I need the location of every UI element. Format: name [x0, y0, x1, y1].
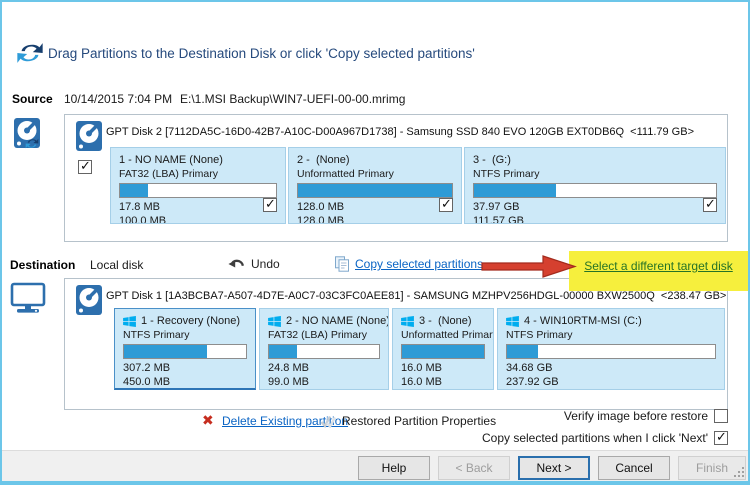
partition-total: 237.92 GB: [506, 376, 716, 390]
destination-partition-card-1[interactable]: 1 - Recovery (None) NTFS Primary 307.2 M…: [114, 308, 256, 390]
partition-total: 111.57 GB: [473, 215, 717, 225]
hdd-icon: [76, 285, 102, 315]
undo-icon: [228, 256, 246, 271]
usage-bar: [506, 344, 716, 359]
partition-name: 2 - NO NAME (None): [286, 315, 389, 327]
undo-label: Undo: [251, 257, 280, 271]
source-partition-card-2[interactable]: 2 - (None) Unformatted Primary 128.0 MB …: [288, 147, 462, 224]
windows-logo-icon: [401, 316, 414, 327]
sync-overlay-icon: [24, 136, 40, 151]
source-image-path: E:\1.MSI Backup\WIN7-UEFI-00-00.mrimg: [180, 92, 405, 106]
partition-used: 128.0 MB: [297, 201, 453, 215]
windows-logo-icon: [268, 316, 281, 327]
undo-button[interactable]: Undo: [228, 256, 280, 271]
source-disk-title: GPT Disk 2 [7112DA5C-16D0-42B7-A10C-D00A…: [106, 126, 694, 138]
partition-filesystem: NTFS Primary: [123, 329, 247, 341]
windows-logo-icon: [506, 316, 519, 327]
usage-bar: [401, 344, 485, 359]
verify-image-checkbox[interactable]: [714, 409, 728, 423]
help-button[interactable]: Help: [358, 456, 430, 480]
partition-filesystem: Unformatted Primary: [401, 329, 485, 341]
highlight-annotation: Select a different target disk: [569, 251, 748, 291]
partition-used: 37.97 GB: [473, 201, 717, 215]
destination-partition-card-3[interactable]: 3 - (None) Unformatted Primary 16.0 MB 1…: [392, 308, 494, 390]
destination-target-type: Local disk: [90, 258, 143, 272]
destination-partition-card-4[interactable]: 4 - WIN10RTM-MSI (C:) NTFS Primary 34.68…: [497, 308, 725, 390]
partition-name: 4 - WIN10RTM-MSI (C:): [524, 315, 642, 327]
partition-total: 100.0 MB: [119, 215, 277, 225]
sync-arrows-icon: [15, 38, 45, 68]
cancel-button[interactable]: Cancel: [598, 456, 670, 480]
usage-bar: [268, 344, 380, 359]
partition-filesystem: NTFS Primary: [506, 329, 716, 341]
source-label: Source: [12, 92, 53, 106]
partition-filesystem: Unformatted Primary: [297, 168, 453, 180]
copy-on-next-checkbox[interactable]: [714, 431, 728, 445]
source-disk-checkbox[interactable]: [78, 160, 92, 174]
destination-disk-title: GPT Disk 1 [1A3BCBA7-A507-4D7E-A0C7-03C3…: [106, 290, 726, 302]
partition-total: 99.0 MB: [268, 376, 380, 390]
source-partition-card-1[interactable]: 1 - NO NAME (None) FAT32 (LBA) Primary 1…: [110, 147, 286, 224]
partition-filesystem: FAT32 (LBA) Primary: [268, 329, 380, 341]
destination-partition-card-2[interactable]: 2 - NO NAME (None) FAT32 (LBA) Primary 2…: [259, 308, 389, 390]
restored-partition-properties-label: Restored Partition Properties: [342, 414, 496, 428]
partition-total: 450.0 MB: [123, 376, 247, 390]
delete-x-icon: ✖: [202, 412, 214, 429]
restored-properties-icon: [320, 414, 336, 428]
partition-checkbox[interactable]: [439, 198, 453, 212]
partition-used: 17.8 MB: [119, 201, 277, 215]
partition-checkbox[interactable]: [703, 198, 717, 212]
usage-bar: [297, 183, 453, 198]
partition-checkbox[interactable]: [263, 198, 277, 212]
verify-image-option: Verify image before restore: [564, 409, 728, 423]
next-button[interactable]: Next >: [518, 456, 590, 480]
source-image-timestamp: 10/14/2015 7:04 PM: [64, 92, 172, 106]
usage-bar: [119, 183, 277, 198]
annotation-arrow-icon: [479, 253, 579, 280]
select-different-target-disk-link[interactable]: Select a different target disk: [584, 259, 733, 273]
usage-bar: [473, 183, 717, 198]
partition-used: 307.2 MB: [123, 362, 247, 376]
copy-on-next-option: Copy selected partitions when I click 'N…: [482, 431, 728, 445]
partition-filesystem: FAT32 (LBA) Primary: [119, 168, 277, 180]
copy-selected-partitions-button[interactable]: Copy selected partitions: [334, 256, 483, 272]
partition-used: 24.8 MB: [268, 362, 380, 376]
partition-name: 1 - Recovery (None): [141, 315, 240, 327]
back-button: < Back: [438, 456, 510, 480]
partition-used: 34.68 GB: [506, 362, 716, 376]
partition-name: 1 - NO NAME (None): [119, 154, 223, 166]
copy-on-next-label: Copy selected partitions when I click 'N…: [482, 431, 708, 445]
windows-logo-icon: [123, 316, 136, 327]
partition-total: 16.0 MB: [401, 376, 485, 390]
partition-name: 3 - (G:): [473, 154, 511, 166]
partition-filesystem: NTFS Primary: [473, 168, 717, 180]
source-partition-card-3[interactable]: 3 - (G:) NTFS Primary 37.97 GB 111.57 GB: [464, 147, 726, 224]
partition-used: 16.0 MB: [401, 362, 485, 376]
destination-label: Destination: [10, 258, 75, 272]
copy-selected-partitions-link[interactable]: Copy selected partitions: [355, 257, 483, 271]
usage-bar: [123, 344, 247, 359]
computer-monitor-icon: [10, 282, 46, 314]
copy-icon: [334, 256, 350, 272]
partition-name: 3 - (None): [419, 315, 472, 327]
hdd-icon: [76, 121, 102, 151]
partition-total: 128.0 MB: [297, 215, 453, 225]
partition-name: 2 - (None): [297, 154, 350, 166]
page-title: Drag Partitions to the Destination Disk …: [48, 46, 475, 61]
resize-grip[interactable]: [733, 466, 745, 478]
restore-wizard-window: Drag Partitions to the Destination Disk …: [0, 0, 750, 485]
verify-image-label: Verify image before restore: [564, 409, 708, 423]
